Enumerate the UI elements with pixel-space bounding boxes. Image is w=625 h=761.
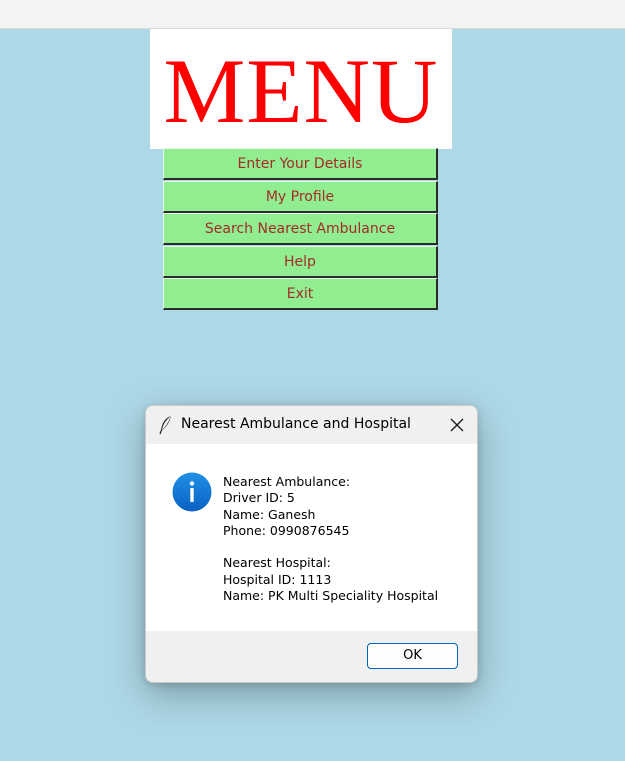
- message-dialog: Nearest Ambulance and Hospital Nearest A…: [145, 405, 478, 683]
- search-nearest-ambulance-button[interactable]: Search Nearest Ambulance: [163, 213, 438, 245]
- my-profile-button[interactable]: My Profile: [163, 180, 438, 213]
- close-icon[interactable]: [449, 417, 465, 433]
- menu-banner-text: MENU: [163, 40, 439, 142]
- info-icon: [172, 472, 212, 512]
- window-titlebar-strip: [0, 0, 625, 29]
- dialog-title: Nearest Ambulance and Hospital: [181, 416, 411, 432]
- ok-button[interactable]: OK: [367, 643, 458, 669]
- menu-banner: MENU: [150, 29, 452, 149]
- exit-button[interactable]: Exit: [163, 278, 438, 310]
- dialog-titlebar[interactable]: Nearest Ambulance and Hospital: [146, 406, 477, 444]
- enter-your-details-button[interactable]: Enter Your Details: [163, 148, 438, 180]
- dialog-message: Nearest Ambulance: Driver ID: 5 Name: Ga…: [223, 474, 439, 604]
- dialog-body: Nearest Ambulance: Driver ID: 5 Name: Ga…: [146, 444, 477, 631]
- help-button[interactable]: Help: [163, 245, 438, 278]
- dialog-footer: OK: [146, 631, 477, 682]
- feather-icon: [159, 416, 171, 435]
- menu-button-list: Enter Your Details My Profile Search Nea…: [163, 148, 438, 311]
